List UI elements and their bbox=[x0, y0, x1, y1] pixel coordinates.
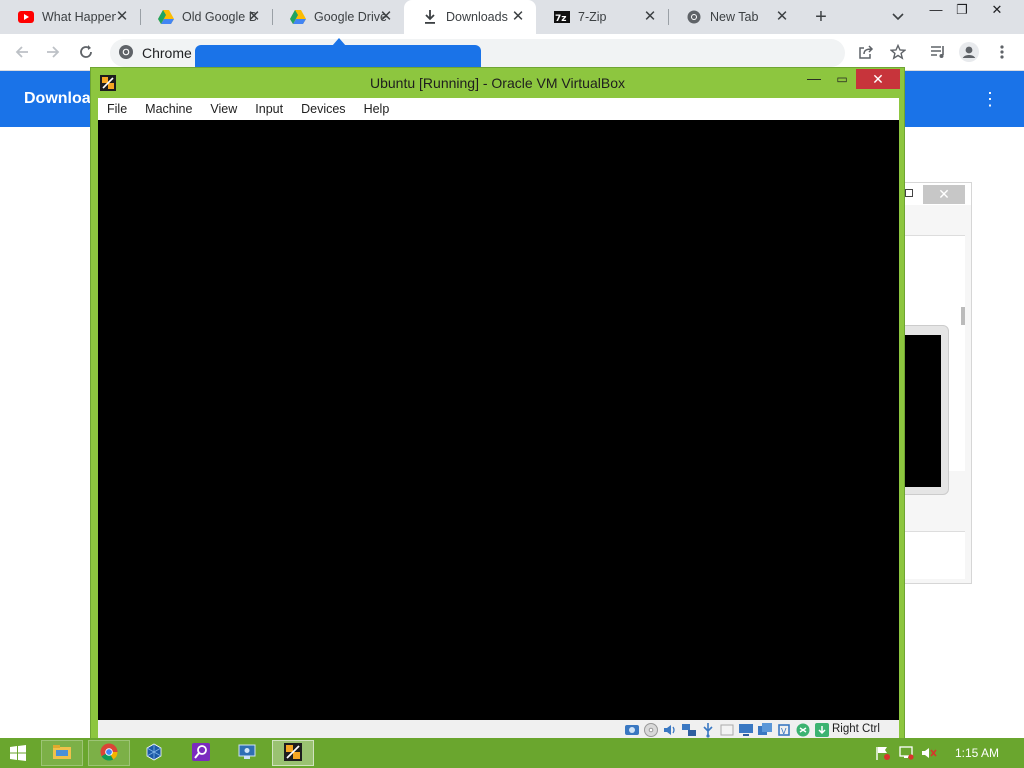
download-bubble bbox=[195, 45, 481, 69]
tab-title: New Tab bbox=[710, 10, 759, 24]
display-icon[interactable] bbox=[738, 722, 754, 738]
action-center-flag-icon[interactable] bbox=[875, 746, 891, 760]
tab-search-chevron-icon[interactable] bbox=[889, 8, 907, 26]
close-icon[interactable]: ✕ bbox=[856, 69, 900, 89]
tab-close-icon[interactable]: ✕ bbox=[774, 9, 790, 25]
close-window-icon[interactable]: ✕ bbox=[980, 0, 1014, 22]
youtube-icon bbox=[18, 9, 34, 25]
menu-machine[interactable]: Machine bbox=[136, 98, 201, 120]
browser-toolbar: Chrome bbox=[0, 34, 1024, 71]
host-key-label: Right Ctrl bbox=[832, 723, 880, 735]
back-icon[interactable] bbox=[12, 42, 32, 62]
vm-statusbar: V Right Ctrl bbox=[98, 720, 899, 740]
minimize-icon[interactable]: — bbox=[800, 70, 828, 90]
menu-view[interactable]: View bbox=[201, 98, 246, 120]
windows-start-icon[interactable] bbox=[10, 745, 26, 761]
taskbar-remote-desktop[interactable] bbox=[226, 740, 268, 766]
hard-disk-icon[interactable] bbox=[624, 722, 640, 738]
profile-avatar-icon[interactable] bbox=[959, 42, 979, 62]
mouse-integration-icon[interactable] bbox=[795, 722, 811, 738]
vm-display[interactable] bbox=[98, 120, 899, 720]
menu-devices[interactable]: Devices bbox=[292, 98, 354, 120]
tab-new-tab[interactable]: New Tab ✕ bbox=[668, 0, 800, 34]
google-drive-icon bbox=[158, 9, 174, 25]
search-app-icon bbox=[192, 742, 210, 764]
chrome-icon bbox=[100, 743, 118, 764]
usb-icon[interactable] bbox=[700, 722, 716, 738]
taskbar-vm-running[interactable] bbox=[272, 740, 314, 766]
optical-disk-icon[interactable] bbox=[643, 722, 659, 738]
reading-list-icon[interactable] bbox=[928, 42, 948, 62]
chrome-icon bbox=[686, 9, 702, 25]
maximize-icon[interactable] bbox=[905, 189, 913, 197]
menu-input[interactable]: Input bbox=[246, 98, 292, 120]
tab-close-icon[interactable]: ✕ bbox=[642, 9, 658, 25]
menu-help[interactable]: Help bbox=[355, 98, 399, 120]
share-icon[interactable] bbox=[856, 42, 876, 62]
close-icon[interactable]: ✕ bbox=[923, 185, 965, 204]
tab-title: Google Drive bbox=[314, 10, 387, 24]
background-dialog: ✕ bbox=[900, 182, 972, 584]
7zip-icon: 7z bbox=[554, 9, 570, 25]
shared-folder-icon[interactable] bbox=[719, 722, 735, 738]
network-icon[interactable] bbox=[681, 722, 697, 738]
volume-muted-icon[interactable] bbox=[921, 746, 937, 760]
svg-text:V: V bbox=[781, 727, 787, 736]
chrome-menu-icon[interactable] bbox=[992, 42, 1012, 62]
bookmark-star-icon[interactable] bbox=[888, 42, 908, 62]
tab-close-icon[interactable]: ✕ bbox=[378, 9, 394, 25]
background-dialog-titlebar: ✕ bbox=[901, 183, 971, 205]
taskbar-chrome[interactable] bbox=[88, 740, 130, 766]
virtualbox-icon bbox=[145, 743, 163, 764]
taskbar-file-explorer[interactable] bbox=[41, 740, 83, 766]
network-icon[interactable] bbox=[898, 746, 914, 760]
window-title: Ubuntu [Running] - Oracle VM VirtualBox bbox=[370, 75, 625, 91]
menu-file[interactable]: File bbox=[98, 98, 136, 120]
omnibox-text: Chrome bbox=[142, 45, 192, 61]
google-drive-icon bbox=[290, 9, 306, 25]
download-icon bbox=[422, 9, 438, 25]
more-options-icon[interactable]: ⋮ bbox=[980, 88, 1000, 110]
tab-what-happened[interactable]: What Happened ✕ bbox=[0, 0, 140, 34]
taskbar: 1:15 AM bbox=[0, 738, 1024, 768]
tab-7zip[interactable]: 7z 7-Zip ✕ bbox=[536, 0, 668, 34]
video-capture-icon[interactable] bbox=[757, 722, 773, 738]
tab-close-icon[interactable]: ✕ bbox=[510, 9, 526, 25]
file-explorer-icon bbox=[53, 744, 71, 763]
cpu-icon[interactable]: V bbox=[776, 722, 792, 738]
taskbar-virtualbox[interactable] bbox=[133, 740, 175, 766]
virtualbox-titlebar[interactable]: Ubuntu [Running] - Oracle VM VirtualBox … bbox=[91, 68, 904, 98]
keyboard-capture-icon[interactable] bbox=[814, 722, 830, 738]
new-tab-button[interactable]: + bbox=[811, 7, 831, 27]
maximize-icon[interactable]: ▭ bbox=[828, 70, 856, 90]
remote-desktop-icon bbox=[238, 744, 256, 763]
tab-old-google-drive[interactable]: Old Google Drive ✕ bbox=[140, 0, 272, 34]
system-clock[interactable]: 1:15 AM bbox=[955, 746, 999, 760]
tab-google-drive[interactable]: Google Drive ✕ bbox=[272, 0, 404, 34]
restore-icon[interactable]: ❐ bbox=[945, 0, 979, 22]
svg-text:7z: 7z bbox=[555, 14, 567, 23]
tab-close-icon[interactable]: ✕ bbox=[246, 9, 262, 25]
monitor-screen bbox=[901, 335, 941, 487]
background-panel bbox=[901, 531, 965, 579]
tab-strip: What Happened ✕ Old Google Drive ✕ Googl… bbox=[0, 0, 1024, 34]
tab-title: Downloads bbox=[446, 10, 508, 24]
vm-running-icon bbox=[284, 742, 302, 764]
tab-downloads[interactable]: Downloads ✕ bbox=[404, 0, 536, 34]
tab-close-icon[interactable]: ✕ bbox=[114, 9, 130, 25]
tab-title: Old Google Drive bbox=[182, 10, 256, 24]
virtualbox-window: Ubuntu [Running] - Oracle VM VirtualBox … bbox=[90, 67, 905, 740]
reload-icon[interactable] bbox=[76, 42, 96, 62]
forward-icon[interactable] bbox=[43, 42, 63, 62]
audio-icon[interactable] bbox=[662, 722, 678, 738]
tab-title: 7-Zip bbox=[578, 10, 607, 24]
tab-title: What Happened bbox=[42, 10, 116, 24]
vm-menubar: File Machine View Input Devices Help bbox=[98, 98, 899, 120]
taskbar-search-app[interactable] bbox=[180, 740, 222, 766]
chrome-icon bbox=[118, 44, 134, 63]
scrollbar-thumb[interactable] bbox=[961, 307, 965, 325]
